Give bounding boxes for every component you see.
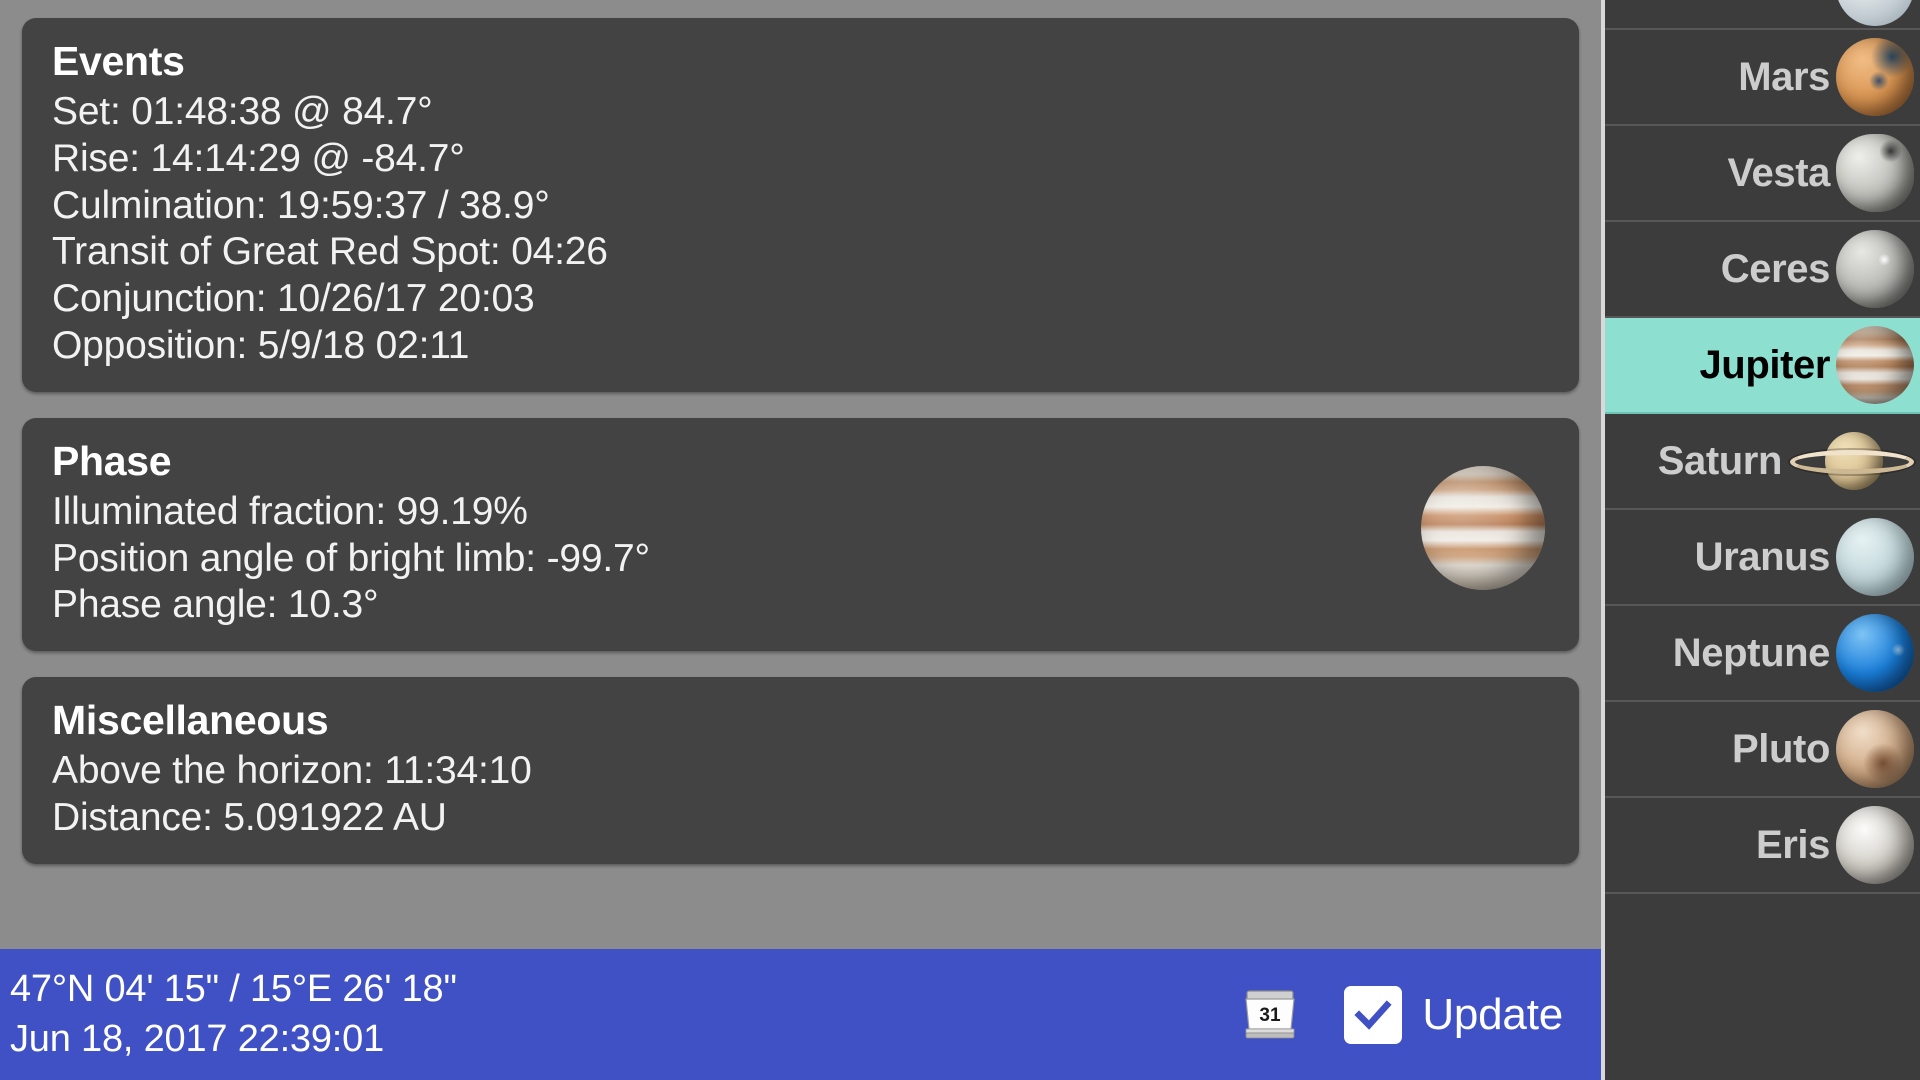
phase-angle-line: Phase angle: 10.3° (52, 583, 379, 627)
phase-bright-limb-angle-line: Position angle of bright limb: -99.7° (52, 536, 650, 580)
events-card-title: Events (52, 38, 185, 84)
sidebar-item-saturn[interactable]: Saturn (1605, 414, 1920, 510)
phase-card: Phase Illuminated fraction: 99.19% Posit… (22, 417, 1579, 652)
mars-thumb-icon (1836, 38, 1914, 116)
status-bar: 47°N 04' 15" / 15°E 26' 18" Jun 18, 2017… (0, 949, 1601, 1080)
sidebar-item-vesta[interactable]: Vesta (1605, 126, 1920, 222)
misc-above-horizon-line: Above the horizon: 11:34:10 (52, 749, 532, 793)
update-checkbox[interactable] (1344, 985, 1403, 1044)
miscellaneous-card: Miscellaneous Above the horizon: 11:34:1… (22, 677, 1579, 864)
observation-datetime[interactable]: Jun 18, 2017 22:39:01 (10, 1015, 1242, 1064)
phase-card-title: Phase (52, 437, 172, 484)
sidebar-item-label: Eris (1755, 822, 1830, 867)
events-opposition-line: Opposition: 5/9/18 02:11 (52, 324, 470, 367)
sidebar-item-ceres[interactable]: Ceres (1605, 222, 1920, 318)
sidebar-item-label: Vesta (1727, 150, 1830, 195)
neptune-thumb-icon (1836, 614, 1914, 692)
sidebar-item-label: Pluto (1732, 726, 1830, 771)
sidebar-item-partial-top[interactable] (1605, 0, 1920, 30)
pluto-thumb-icon (1836, 710, 1914, 788)
calendar-day-number: 31 (1260, 1005, 1282, 1026)
sidebar-item-label: Uranus (1694, 534, 1831, 579)
sidebar-item-uranus[interactable]: Uranus (1605, 510, 1920, 606)
sidebar-item-pluto[interactable]: Pluto (1605, 702, 1920, 798)
events-culmination-line: Culmination: 19:59:37 / 38.9° (52, 183, 550, 227)
ceres-thumb-icon (1836, 230, 1914, 308)
observer-coordinates[interactable]: 47°N 04' 15" / 15°E 26' 18" (10, 965, 1242, 1014)
events-set-line: Set: 01:48:38 @ 84.7° (52, 90, 433, 134)
calendar-icon[interactable]: 31 (1242, 989, 1298, 1041)
miscellaneous-card-title: Miscellaneous (52, 697, 329, 744)
uranus-thumb-icon (1836, 518, 1914, 596)
info-cards-scroll-area[interactable]: Events Set: 01:48:38 @ 84.7° Rise: 14:14… (0, 0, 1601, 890)
events-conjunction-line: Conjunction: 10/26/17 20:03 (52, 277, 535, 321)
sidebar-item-jupiter[interactable]: Jupiter (1605, 318, 1920, 414)
object-list-sidebar[interactable]: Mars Vesta Ceres Jupiter Saturn Uranus N… (1601, 0, 1920, 1080)
saturn-ring (1790, 450, 1914, 474)
sidebar-item-label: Neptune (1672, 630, 1831, 675)
update-checkbox-group[interactable]: Update (1344, 985, 1563, 1044)
status-bar-text-group: 47°N 04' 15" / 15°E 26' 18" Jun 18, 2017… (10, 965, 1242, 1064)
events-card: Events Set: 01:48:38 @ 84.7° Rise: 14:14… (22, 18, 1579, 392)
misc-distance-line: Distance: 5.091922 AU (52, 796, 447, 840)
events-rise-line: Rise: 14:14:29 @ -84.7° (52, 136, 465, 180)
saturn-thumb-icon (1788, 422, 1914, 500)
info-pane: Events Set: 01:48:38 @ 84.7° Rise: 14:14… (0, 0, 1601, 1080)
phase-illuminated-fraction-line: Illuminated fraction: 99.19% (52, 489, 528, 533)
update-label: Update (1422, 989, 1563, 1039)
eris-thumb-icon (1836, 806, 1914, 884)
astronomy-app-window: Events Set: 01:48:38 @ 84.7° Rise: 14:14… (0, 0, 1920, 1080)
sidebar-item-label: Jupiter (1699, 342, 1830, 387)
sidebar-item-neptune[interactable]: Neptune (1605, 606, 1920, 702)
jupiter-thumb-icon (1836, 326, 1914, 404)
status-bar-controls: 31 Update (1242, 985, 1563, 1044)
sidebar-item-label: Saturn (1657, 438, 1783, 483)
sidebar-item-label: Ceres (1720, 246, 1831, 291)
events-grs-transit-line: Transit of Great Red Spot: 04:26 (52, 230, 608, 274)
planet-thumb-icon (1836, 0, 1914, 26)
sidebar-item-eris[interactable]: Eris (1605, 798, 1920, 894)
sidebar-item-mars[interactable]: Mars (1605, 30, 1920, 126)
vesta-thumb-icon (1836, 134, 1914, 212)
sidebar-item-label: Mars (1738, 54, 1830, 99)
checkmark-icon (1354, 999, 1392, 1030)
